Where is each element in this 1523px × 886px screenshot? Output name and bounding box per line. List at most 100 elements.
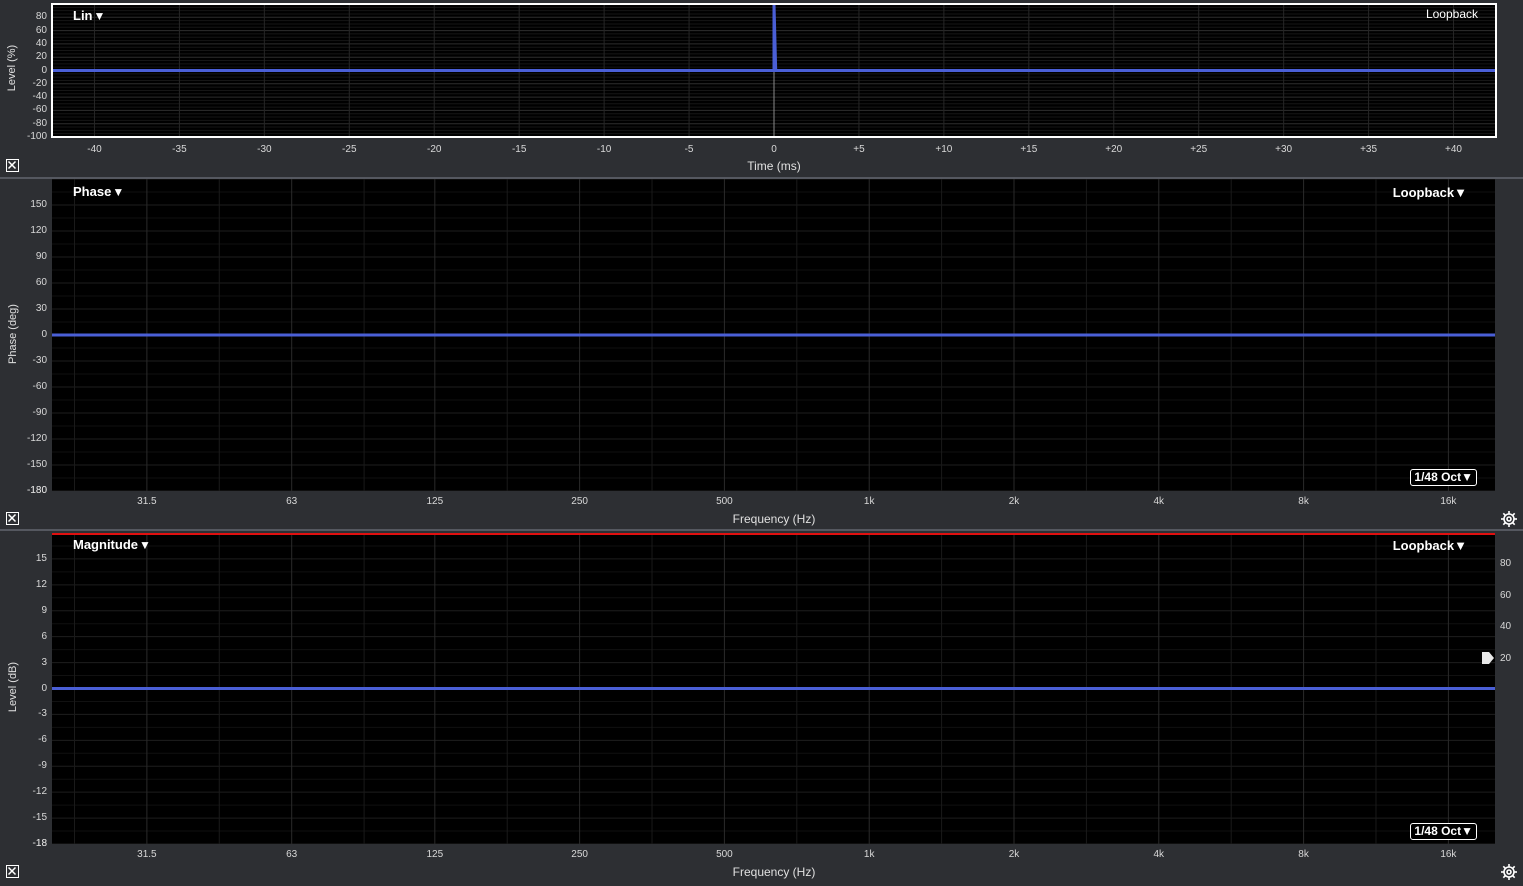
x-tick-label: -25 <box>342 144 357 155</box>
x-tick-label: 2k <box>1008 849 1020 860</box>
y-tick-label: 12 <box>35 578 47 590</box>
x-tick-label: +30 <box>1275 144 1293 155</box>
chevron-down-icon: ▼ <box>112 185 125 199</box>
x-tick-label: -5 <box>684 144 694 155</box>
chevron-down-icon: ▼ <box>1461 470 1473 484</box>
x-tick-label: +10 <box>935 144 953 155</box>
magnitude-panel: Magnitude▼ Loopback▼ 1/48 Oct▼ 15 12 9 6 3 0-… <box>0 531 1523 886</box>
x-tick-label: 500 <box>716 496 733 507</box>
magnitude-x-axis-title: Frequency (Hz) <box>732 865 816 879</box>
x-tick-label: -10 <box>596 144 612 155</box>
y-tick-label: 60 <box>35 277 47 288</box>
x-tick-label: 2k <box>1008 496 1020 507</box>
y-tick-label: -9 <box>38 760 47 772</box>
y-tick-label: -180 <box>26 485 47 496</box>
magnitude-smoothing-label: 1/48 Oct <box>1414 824 1462 838</box>
x-tick-label: +15 <box>1020 144 1038 155</box>
phase-y-axis-title: Phase (deg) <box>7 304 19 364</box>
x-tick-label: 8k <box>1298 496 1309 507</box>
x-tick-label: +25 <box>1190 144 1208 155</box>
right-scale-label: 60 <box>1500 589 1512 601</box>
x-tick-label: 16k <box>1440 496 1457 507</box>
y-tick-label: -18 <box>32 838 47 849</box>
x-tick-label: 1k <box>863 849 875 860</box>
y-tick-label: -6 <box>38 734 47 746</box>
magnitude-y-axis-title: Level (dB) <box>7 661 19 713</box>
chevron-down-icon: ▼ <box>1461 824 1473 838</box>
y-tick-label: 60 <box>35 24 47 36</box>
y-tick-label: 90 <box>35 251 47 262</box>
x-tick-label: -30 <box>257 144 272 155</box>
impulse-y-axis-title: Level (%) <box>6 44 18 92</box>
x-tick-label: 250 <box>571 496 588 507</box>
magnitude-settings-gear-icon[interactable] <box>1500 863 1518 881</box>
y-tick-label: -90 <box>32 407 47 418</box>
x-tick-label: -35 <box>172 144 187 155</box>
y-tick-label: -80 <box>32 117 47 129</box>
y-tick-label: 15 <box>35 552 47 564</box>
phase-mode-dropdown[interactable]: Phase▼ <box>73 184 124 199</box>
y-tick-label: 80 <box>35 11 47 23</box>
x-tick-label: 8k <box>1298 849 1309 860</box>
magnitude-mode-dropdown[interactable]: Magnitude▼ <box>73 537 151 552</box>
impulse-x-axis-title: Time (ms) <box>747 159 801 173</box>
phase-x-axis-title: Frequency (Hz) <box>732 512 816 526</box>
x-tick-label: -20 <box>427 144 442 155</box>
right-scale-label: 80 <box>1500 558 1512 569</box>
x-tick-label: 4k <box>1153 496 1165 507</box>
y-tick-label: 150 <box>30 199 47 210</box>
x-tick-label: 250 <box>571 849 588 860</box>
right-scale-label: 20 <box>1500 652 1512 664</box>
phase-mode-label: Phase <box>73 184 112 199</box>
x-tick-label: -40 <box>87 144 102 155</box>
impulse-plot-frame <box>51 3 1497 138</box>
x-tick-label: +5 <box>853 144 865 155</box>
x-tick-label: -15 <box>511 144 527 155</box>
chevron-down-icon: ▼ <box>1454 538 1467 553</box>
y-tick-label: -60 <box>32 104 47 116</box>
y-tick-label: -15 <box>32 812 47 824</box>
x-tick-label: 0 <box>771 144 777 155</box>
x-tick-label: 31.5 <box>137 496 157 507</box>
right-scale-label: 40 <box>1500 621 1512 632</box>
y-tick-label: -12 <box>32 786 47 798</box>
magnitude-source-label: Loopback <box>1392 538 1455 553</box>
y-tick-label: 120 <box>30 225 47 236</box>
magnitude-plot-area[interactable]: Magnitude▼ Loopback▼ 1/48 Oct▼ <box>52 533 1495 844</box>
level-handle-icon[interactable] <box>1481 651 1495 665</box>
y-tick-label: 6 <box>41 630 47 642</box>
chevron-down-icon: ▼ <box>1454 185 1467 200</box>
x-tick-label: 1k <box>863 496 875 507</box>
magnitude-smoothing-dropdown[interactable]: 1/48 Oct▼ <box>1410 823 1477 840</box>
x-tick-label: +35 <box>1360 144 1378 155</box>
y-tick-label: -60 <box>32 381 47 392</box>
phase-panel: Phase▼ Loopback▼ 1/48 Oct▼ 150 120 90 60 30 0… <box>0 179 1523 529</box>
magnitude-close-icon[interactable] <box>6 865 19 878</box>
y-tick-label: -100 <box>26 131 47 142</box>
x-tick-label: 16k <box>1440 849 1457 860</box>
phase-source-label: Loopback <box>1392 185 1455 200</box>
x-tick-label: 125 <box>426 496 444 507</box>
chevron-down-icon: ▼ <box>139 538 151 552</box>
phase-close-icon[interactable] <box>6 512 19 525</box>
magnitude-source-dropdown[interactable]: Loopback▼ <box>1393 538 1467 553</box>
x-tick-label: 125 <box>426 849 444 860</box>
y-tick-label: -120 <box>26 433 47 444</box>
phase-source-dropdown[interactable]: Loopback▼ <box>1393 185 1467 200</box>
y-tick-label: 9 <box>41 604 47 616</box>
magnitude-mode-label: Magnitude <box>73 537 138 552</box>
x-tick-label: +20 <box>1105 144 1123 155</box>
x-tick-label: 4k <box>1153 849 1165 860</box>
x-tick-label: 500 <box>716 849 733 860</box>
y-tick-label: -150 <box>26 459 47 470</box>
x-tick-label: 63 <box>286 849 298 860</box>
x-tick-label: 31.5 <box>137 849 157 860</box>
impulse-panel: Lin▼ Loopback 80 60 40 20 0 -20 -40 -60 -80 -100 … <box>0 0 1523 177</box>
phase-settings-gear-icon[interactable] <box>1500 510 1518 528</box>
phase-smoothing-label: 1/48 Oct <box>1414 470 1462 484</box>
x-tick-label: +40 <box>1445 144 1462 155</box>
x-tick-label: 63 <box>286 496 298 507</box>
impulse-close-icon[interactable] <box>6 159 19 172</box>
phase-smoothing-dropdown[interactable]: 1/48 Oct▼ <box>1410 469 1477 486</box>
phase-plot-area[interactable]: Phase▼ Loopback▼ 1/48 Oct▼ <box>52 179 1495 491</box>
